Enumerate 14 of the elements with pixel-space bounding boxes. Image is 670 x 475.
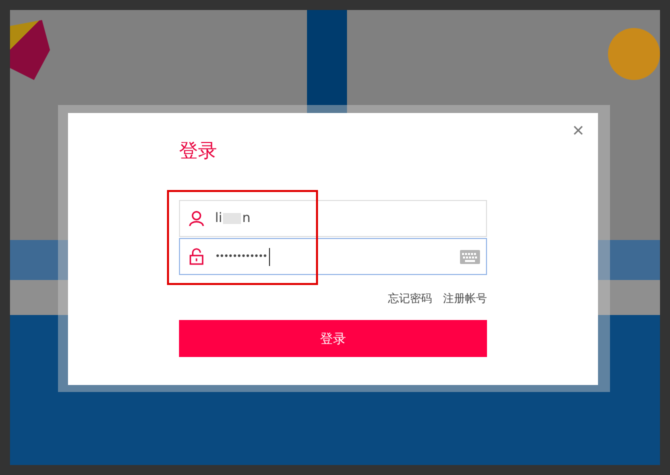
dialog-title: 登录: [179, 139, 217, 163]
username-field[interactable]: li n: [179, 200, 487, 237]
sun-logo-icon: [608, 28, 660, 80]
username-value: li: [215, 211, 222, 226]
password-field[interactable]: ••••••••••••: [179, 238, 487, 275]
user-icon: [188, 210, 205, 227]
text-link[interactable]: 忘记密码: [388, 291, 432, 306]
unlock-icon: [188, 248, 205, 265]
close-button[interactable]: ×: [570, 119, 586, 143]
username-value: n: [242, 211, 250, 226]
login-button[interactable]: 登录: [179, 320, 487, 357]
text-link[interactable]: 注册帐号: [443, 291, 487, 306]
keyboard-icon[interactable]: [460, 250, 480, 264]
password-value: ••••••••••••: [215, 252, 267, 262]
